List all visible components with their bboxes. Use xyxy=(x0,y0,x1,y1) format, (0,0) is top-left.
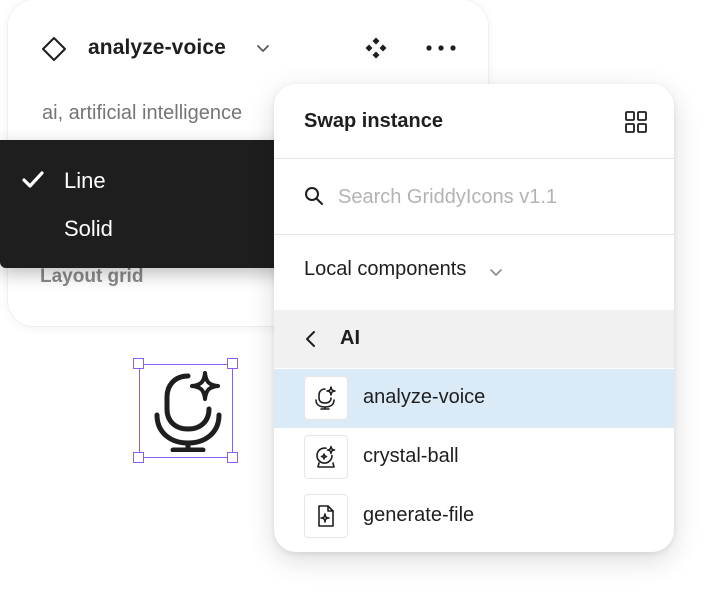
instance-diamond-icon xyxy=(42,37,66,61)
divider xyxy=(274,234,674,235)
resize-handle-bottom-right[interactable] xyxy=(227,452,238,463)
list-item-generate-file[interactable]: generate-file xyxy=(274,487,674,546)
component-name[interactable]: analyze-voice xyxy=(88,36,226,60)
resize-handle-bottom-left[interactable] xyxy=(133,452,144,463)
menu-item-line[interactable]: Line xyxy=(0,156,300,204)
checkmark-icon xyxy=(22,171,44,188)
list-item-label: crystal-ball xyxy=(363,445,459,467)
layout-grid-section-label: Layout grid xyxy=(40,266,144,287)
chevron-down-icon[interactable] xyxy=(254,39,272,57)
menu-item-label: Line xyxy=(64,168,106,193)
swap-instance-popover: Swap instance Local components AI xyxy=(274,84,674,552)
menu-item-solid[interactable]: Solid xyxy=(0,204,300,252)
component-thumbnail xyxy=(304,435,348,479)
crystal-ball-icon xyxy=(316,445,336,468)
chevron-left-icon[interactable] xyxy=(302,329,320,349)
list-item-label: analyze-voice xyxy=(363,386,486,408)
more-options-icon[interactable] xyxy=(424,38,458,58)
chevron-down-icon[interactable] xyxy=(488,264,504,280)
divider xyxy=(274,158,674,159)
list-item-analyze-voice[interactable]: analyze-voice xyxy=(274,369,674,428)
go-to-main-component-icon[interactable] xyxy=(364,36,388,60)
generate-file-icon xyxy=(318,505,334,527)
folder-label: AI xyxy=(340,327,360,349)
component-thumbnail xyxy=(304,494,348,538)
list-item-label: generate-file xyxy=(363,504,475,526)
list-item-crystal-ball[interactable]: crystal-ball xyxy=(274,428,674,487)
folder-header-row[interactable]: AI xyxy=(274,310,674,368)
selection-frame xyxy=(139,364,233,458)
component-thumbnail xyxy=(304,376,348,420)
analyze-voice-icon xyxy=(315,386,336,410)
style-variant-menu: Line Solid xyxy=(0,140,300,268)
popover-title: Swap instance xyxy=(304,110,443,132)
component-description: ai, artificial intelligence xyxy=(42,102,243,124)
resize-handle-top-left[interactable] xyxy=(133,358,144,369)
menu-item-label: Solid xyxy=(64,216,113,241)
search-icon xyxy=(305,187,323,205)
grid-view-icon[interactable] xyxy=(624,110,648,134)
resize-handle-top-right[interactable] xyxy=(227,358,238,369)
library-selector[interactable]: Local components xyxy=(304,258,466,281)
search-input[interactable] xyxy=(338,182,648,212)
